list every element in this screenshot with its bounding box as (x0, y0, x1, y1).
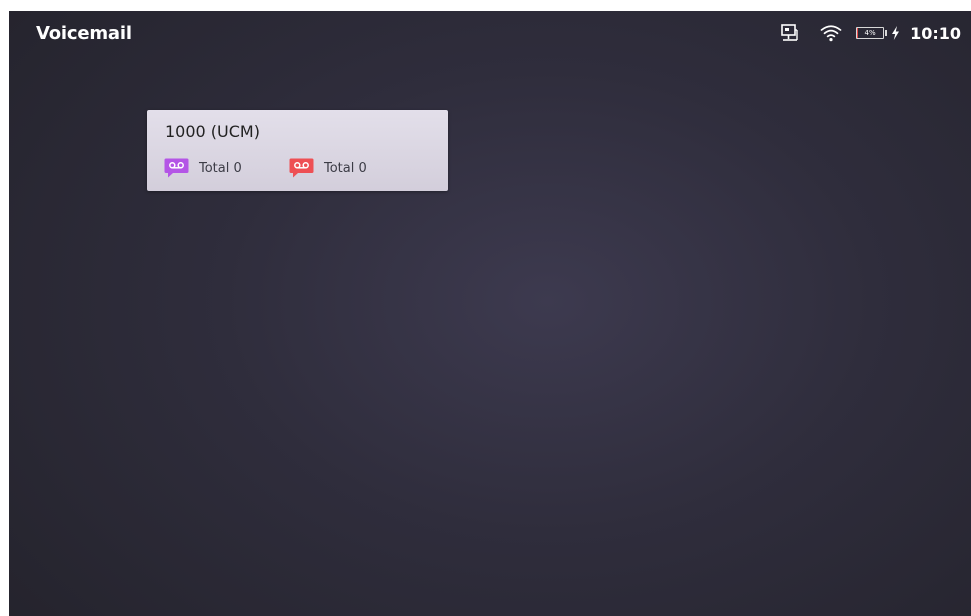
ethernet-icon (780, 23, 800, 43)
voicemail-counter-red: Total 0 (289, 158, 367, 178)
charging-bolt-icon (891, 26, 900, 40)
battery-tip (885, 30, 888, 36)
voicemail-counter-purple: Total 0 (164, 158, 242, 178)
voicemail-purple-icon (164, 158, 189, 178)
battery-body: 4% (856, 27, 885, 39)
clock: 10:10 (910, 23, 961, 43)
account-name: 1000 (UCM) (165, 122, 260, 141)
app-title: Voicemail (36, 23, 132, 44)
voicemail-red-icon (289, 158, 314, 178)
voicemail-account-card[interactable]: 1000 (UCM) Total 0 Total 0 (147, 110, 448, 191)
status-bar: Voicemail 4% 10:10 (9, 11, 971, 55)
wifi-icon (820, 24, 842, 42)
battery-level (857, 28, 859, 38)
battery-icon: 4% (856, 27, 888, 39)
battery-percent: 4% (864, 29, 876, 37)
voicemail-total-label: Total 0 (324, 160, 367, 176)
status-icons: 4% 10:10 (780, 21, 961, 45)
voicemail-screen: Voicemail 4% 10:10 1000 (UCM) Total 0 To… (9, 11, 971, 616)
voicemail-total-label: Total 0 (199, 160, 242, 176)
